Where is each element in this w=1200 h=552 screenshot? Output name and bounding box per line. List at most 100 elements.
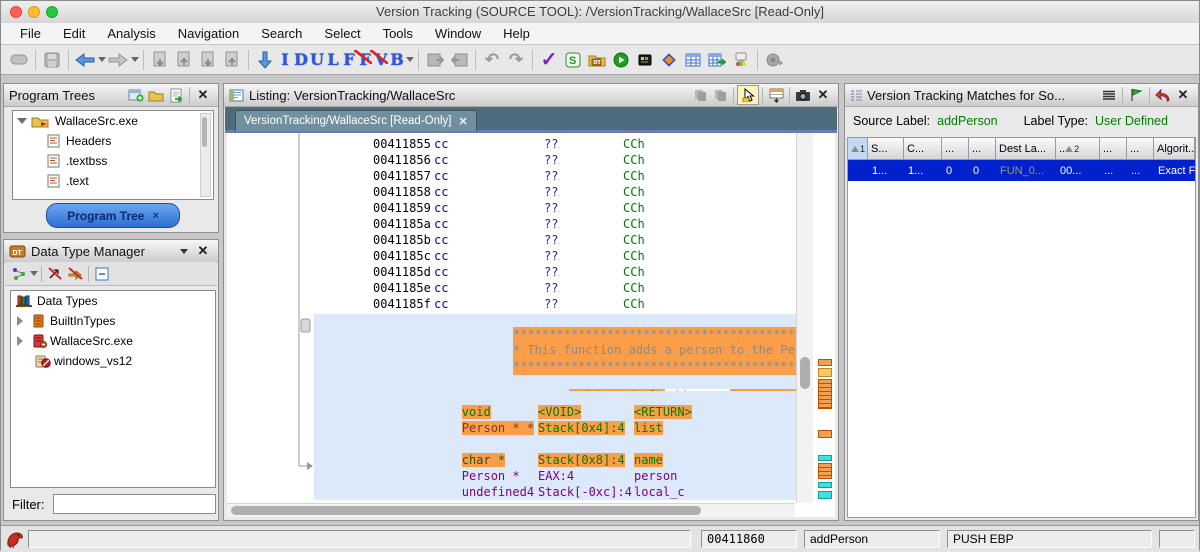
change-marker[interactable] <box>818 379 832 409</box>
column-header-algorithm[interactable]: Algorit... <box>1154 138 1195 159</box>
filter-input[interactable] <box>53 494 216 514</box>
snapshot-icon[interactable] <box>793 86 813 104</box>
menu-lines-icon[interactable] <box>1099 86 1119 104</box>
vt-match-row[interactable]: 1... 1... 0 0 FUN_0... 00... ... ... Exa… <box>848 160 1195 181</box>
tree-item-data-types[interactable]: Data Types <box>11 291 215 311</box>
menu-select[interactable]: Select <box>313 24 371 43</box>
open-folder-icon[interactable] <box>146 86 166 104</box>
capsule-icon[interactable] <box>7 48 31 72</box>
layout-icon[interactable] <box>9 265 29 283</box>
tree-item-text[interactable]: .text <box>13 171 213 191</box>
close-panel-icon[interactable] <box>193 86 213 104</box>
plate-comment-border[interactable]: ****************************************… <box>513 359 798 375</box>
column-header-7[interactable]: ... <box>1100 138 1127 159</box>
run-icon[interactable] <box>609 48 633 72</box>
data-type-manager-icon[interactable]: DT <box>585 48 609 72</box>
call-graph-icon[interactable] <box>729 48 753 72</box>
expand-icon[interactable] <box>17 316 23 326</box>
add-label-icon[interactable]: L <box>325 48 341 72</box>
layout-menu-icon[interactable] <box>30 271 38 276</box>
code-row[interactable]: 00411856cc??CCh <box>373 153 793 169</box>
menu-navigation[interactable]: Navigation <box>167 24 250 43</box>
column-header-score[interactable]: S... <box>868 138 904 159</box>
code-row[interactable]: 00411855cc??CCh <box>373 137 793 153</box>
clone-icon[interactable] <box>690 86 710 104</box>
memory-out-icon[interactable] <box>447 48 471 72</box>
change-marker[interactable] <box>818 455 832 461</box>
listing-vertical-scrollbar[interactable] <box>796 133 813 503</box>
disable-filter-arrow-icon[interactable] <box>45 265 65 283</box>
collapse-icon[interactable] <box>17 118 27 124</box>
undo-arrow-icon[interactable] <box>1153 86 1173 104</box>
doc-update-icon[interactable] <box>196 48 220 72</box>
code-row[interactable]: 00411858cc??CCh <box>373 185 793 201</box>
nav-forward-icon[interactable] <box>106 48 130 72</box>
new-tree-icon[interactable] <box>126 86 146 104</box>
table-export-icon[interactable] <box>705 48 729 72</box>
flag-icon[interactable] <box>1126 86 1146 104</box>
code-row[interactable]: 00411857cc??CCh <box>373 169 793 185</box>
table-icon[interactable] <box>681 48 705 72</box>
memory-in-icon[interactable] <box>423 48 447 72</box>
plate-comment-border[interactable]: ****************************************… <box>513 327 798 343</box>
code-row[interactable]: 0041185ecc??CCh <box>373 281 793 297</box>
nav-back-menu-icon[interactable] <box>98 57 106 62</box>
doc-commit-icon[interactable] <box>220 48 244 72</box>
listing-tab[interactable]: VersionTracking/WallaceSrc [Read-Only] <box>235 110 477 131</box>
plate-comment-text[interactable]: * This function adds a person to the Per… <box>513 343 798 359</box>
code-row[interactable]: 00411859cc??CCh <box>373 201 793 217</box>
delete-variable-icon[interactable]: V <box>373 48 389 72</box>
close-panel-icon[interactable] <box>1173 86 1193 104</box>
function-signature[interactable]: void __cdecl addPerson(Person * * list, … <box>511 375 798 391</box>
disable-pointer-icon[interactable] <box>65 265 85 283</box>
collapse-all-icon[interactable] <box>92 265 112 283</box>
nav-forward-menu-icon[interactable] <box>131 57 139 62</box>
close-tab-icon[interactable]: × <box>152 210 158 222</box>
tree-item-wallacesrc[interactable]: WallaceSrc.exe <box>13 111 213 131</box>
memory-map-icon[interactable] <box>633 48 657 72</box>
change-marker[interactable] <box>818 463 832 479</box>
column-header-sort1[interactable]: 1 <box>848 138 868 159</box>
menu-tools[interactable]: Tools <box>372 24 424 43</box>
doc-checkin-icon[interactable] <box>172 48 196 72</box>
import-tree-icon[interactable] <box>166 86 186 104</box>
diamond-icon[interactable] <box>657 48 681 72</box>
column-header-confidence[interactable]: C... <box>904 138 942 159</box>
mark-data-icon[interactable]: D <box>293 48 309 72</box>
duplicate-icon[interactable] <box>710 86 730 104</box>
validate-check-icon[interactable]: ✓ <box>537 48 561 72</box>
close-tab-icon[interactable] <box>452 115 468 128</box>
column-header-3[interactable]: ... <box>942 138 969 159</box>
menu-window[interactable]: Window <box>424 24 492 43</box>
menu-file[interactable]: File <box>9 24 52 43</box>
cursor-location-toggle-icon[interactable] <box>737 85 759 105</box>
menu-analysis[interactable]: Analysis <box>96 24 166 43</box>
code-row[interactable]: 0041185bcc??CCh <box>373 233 793 249</box>
code-row[interactable]: 0041185acc??CCh <box>373 217 793 233</box>
tree-item-wallacesrc-types[interactable]: WallaceSrc.exe <box>11 331 215 351</box>
column-header-8[interactable]: ... <box>1127 138 1154 159</box>
menu-help[interactable]: Help <box>492 24 541 43</box>
column-header-4[interactable]: ... <box>969 138 996 159</box>
code-row[interactable]: 0041185ccc??CCh <box>373 249 793 265</box>
script-manager-icon[interactable]: S <box>561 48 585 72</box>
expand-icon[interactable] <box>17 336 23 346</box>
program-tree-tab[interactable]: Program Tree × <box>46 203 180 228</box>
edit-bookmark-icon[interactable]: B <box>389 48 405 72</box>
close-panel-icon[interactable] <box>193 242 213 260</box>
tree-item-builtintypes[interactable]: BuiltInTypes <box>11 311 215 331</box>
code-row[interactable]: 0041185dcc??CCh <box>373 265 793 281</box>
mark-instruction-icon[interactable]: I <box>277 48 293 72</box>
change-marker[interactable] <box>818 491 832 499</box>
field-format-icon[interactable] <box>766 86 786 104</box>
nav-back-icon[interactable] <box>73 48 97 72</box>
change-marker[interactable] <box>818 359 832 366</box>
redo-icon[interactable]: ↷ <box>504 48 528 72</box>
tree-item-windows-vs12[interactable]: windows_vs12 <box>11 351 215 371</box>
column-header-sort2[interactable]: ..2 <box>1056 138 1100 159</box>
listing-horizontal-scrollbar[interactable] <box>227 503 795 517</box>
panel-menu-icon[interactable] <box>173 242 193 260</box>
menu-edit[interactable]: Edit <box>52 24 96 43</box>
mark-undefined-icon[interactable]: U <box>309 48 325 72</box>
snapshot-camera-icon[interactable] <box>762 48 786 72</box>
